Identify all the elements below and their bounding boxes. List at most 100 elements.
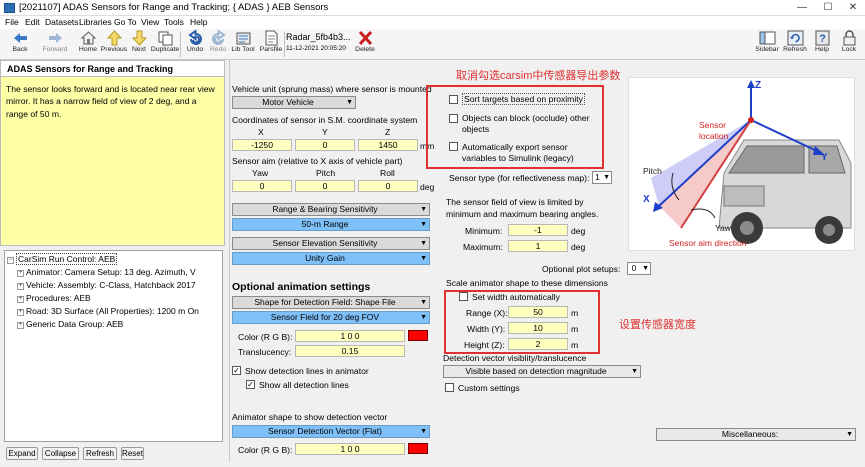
description-text[interactable]: The sensor looks forward and is located … [0,76,225,246]
dropdown-arrow-icon: ▼ [420,314,427,321]
range-sensitivity-link[interactable]: 50-m Range ▼ [232,218,430,231]
tree-item[interactable]: + Animator: Camera Setup: 13 deg. Azimuth… [17,266,196,278]
sort-targets-checkbox[interactable] [449,95,458,104]
expand-icon[interactable]: + [17,283,24,290]
refresh-button[interactable]: Refresh [782,30,808,59]
lib-tool-button[interactable]: Lib Tool [230,30,256,59]
dropdown-arrow-icon: ▼ [420,221,427,228]
yaw-label: Yaw [715,223,732,233]
back-button[interactable]: Back [5,30,35,59]
detection-vector-link[interactable]: Sensor Detection Vector (Flat) ▼ [232,425,430,438]
objects-block-label-1: Objects can block (occlude) other [462,113,590,123]
maximize-button[interactable]: ☐ [816,0,840,16]
close-button[interactable]: ✕ [841,0,865,16]
tree-item[interactable]: + Road: 3D Surface (All Properties): 1200… [17,305,199,317]
next-button[interactable]: Next [126,30,152,59]
sensor-type-dropdown[interactable]: 1 ▼ [592,171,612,184]
menu-datasets[interactable]: Datasets [45,17,79,27]
color2-input[interactable]: 1 0 0 [295,443,405,455]
width-y-input[interactable]: 10 [508,322,568,334]
menu-help[interactable]: Help [190,17,207,27]
aim-yaw-input[interactable]: 0 [232,180,292,192]
menu-libraries[interactable]: Libraries [79,17,112,27]
expand-button[interactable]: Expand [6,447,38,460]
objects-block-checkbox[interactable] [449,114,458,123]
x-axis-label: X [643,194,650,205]
sidebar-button[interactable]: Sidebar [754,30,780,59]
tree-item[interactable]: + Generic Data Group: AEB [17,318,123,330]
dropdown-arrow-icon: ▼ [420,428,427,435]
expand-icon[interactable]: + [17,296,24,303]
range-sensitivity-category[interactable]: Range & Bearing Sensitivity ▼ [232,203,430,216]
coord-z-input[interactable]: 1450 [358,139,418,151]
menu-tools[interactable]: Tools [164,17,184,27]
aim-roll-input[interactable]: 0 [358,180,418,192]
show-detection-lines-checkbox[interactable]: ✓ [232,366,241,375]
parsfile-button[interactable]: Parsfile [258,30,284,59]
dropdown-arrow-icon: ▼ [420,255,427,262]
expand-icon[interactable]: + [17,309,24,316]
set-width-checkbox[interactable] [459,292,468,301]
aim-direction-label: Sensor aim direction [669,238,747,248]
vehicle-unit-dropdown[interactable]: Motor Vehicle ▼ [232,96,356,109]
miscellaneous-dropdown[interactable]: Miscellaneous: ▼ [656,428,856,441]
color2-swatch[interactable] [408,443,428,454]
menu-go-to[interactable]: Go To [114,17,137,27]
height-z-input[interactable]: 2 [508,338,568,350]
lock-icon [843,30,855,46]
optional-plot-dropdown[interactable]: 0 ▼ [627,262,651,275]
coord-x-input[interactable]: -1250 [232,139,292,151]
tree-item[interactable]: + Procedures: AEB [17,292,91,304]
delete-button[interactable]: Delete [352,30,378,59]
dropdown-arrow-icon: ▼ [420,206,427,213]
translucency-input[interactable]: 0.15 [295,345,405,357]
expand-icon[interactable]: + [17,322,24,329]
range-x-input[interactable]: 50 [508,306,568,318]
elevation-sensitivity-category[interactable]: Sensor Elevation Sensitivity ▼ [232,237,430,250]
lock-button[interactable]: Lock [836,30,862,59]
menu-bar: File Edit Datasets Libraries Go To View … [0,16,865,29]
annotation-set-width: 设置传感器宽度 [619,319,696,331]
detection-visibility-dropdown[interactable]: Visible based on detection magnitude ▼ [443,365,641,378]
redo-icon [211,30,226,45]
show-detection-lines-label: Show detection lines in animator [245,366,369,376]
translucency-label: Translucency: [238,347,292,357]
menu-edit[interactable]: Edit [25,17,40,27]
up-arrow-icon [106,30,122,46]
reset-button[interactable]: Reset [121,447,144,460]
previous-button[interactable]: Previous [101,30,127,59]
arrow-head-icon [747,80,755,88]
library-tool-icon [236,32,250,45]
expand-icon[interactable]: + [17,270,24,277]
home-button[interactable]: Home [75,30,101,59]
redo-button[interactable]: Redo [205,30,231,59]
objects-block-label-2: objects [462,124,490,134]
color-swatch[interactable] [408,330,428,341]
minimize-button[interactable]: — [790,0,814,16]
help-book-icon: ? [815,30,829,46]
collapse-button[interactable]: Collapse [42,447,79,460]
forward-button[interactable]: Forward [40,30,70,59]
optional-animation-title: Optional animation settings [232,281,371,293]
duplicate-button[interactable]: Duplicate [151,30,179,59]
export-simulink-checkbox[interactable] [449,142,458,151]
custom-settings-checkbox[interactable] [445,383,454,392]
min-input[interactable]: -1 [508,224,568,236]
coord-y-input[interactable]: 0 [295,139,355,151]
color-input[interactable]: 1 0 0 [295,330,405,342]
app-icon [4,3,15,13]
shape-file-link[interactable]: Sensor Field for 20 deg FOV ▼ [232,311,430,324]
tree-item[interactable]: + Vehicle: Assembly: C-Class, Hatchback 2… [17,279,196,291]
elevation-sensitivity-link[interactable]: Unity Gain ▼ [232,252,430,265]
collapse-icon[interactable]: − [7,257,14,264]
export-simulink-label-2: variables to Simulink (legacy) [462,153,574,163]
tree-item[interactable]: − CarSim Run Control: AEB [7,253,118,265]
help-button[interactable]: ? Help [809,30,835,59]
show-all-lines-checkbox[interactable]: ✓ [246,380,255,389]
menu-view[interactable]: View [141,17,159,27]
aim-pitch-input[interactable]: 0 [295,180,355,192]
shape-file-category[interactable]: Shape for Detection Field: Shape File ▼ [232,296,430,309]
tree-refresh-button[interactable]: Refresh [83,447,117,460]
max-input[interactable]: 1 [508,240,568,252]
menu-file[interactable]: File [5,17,19,27]
